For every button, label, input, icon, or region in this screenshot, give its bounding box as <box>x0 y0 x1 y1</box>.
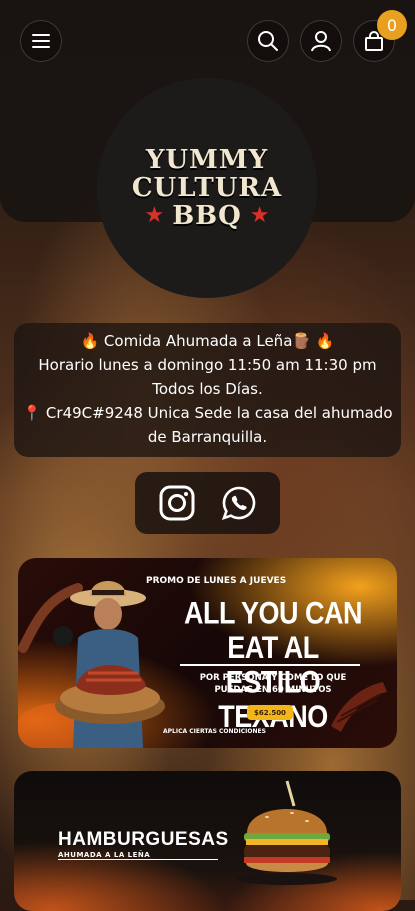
info-address: 📍 Cr49C#9248 Unica Sede la casa del ahum… <box>22 404 393 422</box>
menu-button[interactable] <box>20 20 62 62</box>
search-button[interactable] <box>247 20 289 62</box>
instagram-icon[interactable] <box>159 485 195 521</box>
info-hours: Horario lunes a domingo 11:50 am 11:30 p… <box>38 356 377 374</box>
promo-tagline: PROMO DE LUNES A JUEVES <box>146 576 287 586</box>
social-links <box>135 472 280 534</box>
category-subtitle: AHUMADA A LA LEÑA <box>58 851 151 859</box>
promo-divider <box>180 664 360 666</box>
brand-logo[interactable]: YUMMY CULTURA ★ BBQ ★ <box>97 78 317 298</box>
logo-text-yummy: YUMMY <box>145 145 269 175</box>
account-button[interactable] <box>300 20 342 62</box>
search-icon <box>258 31 278 51</box>
promo-price-tag: $62.500 <box>247 705 293 720</box>
promo-title-line-1: ALL YOU CAN EAT AL <box>183 596 363 665</box>
star-icon: ★ <box>144 203 165 228</box>
promo-banner[interactable]: PROMO DE LUNES A JUEVES ALL YOU CAN EAT … <box>18 558 397 748</box>
info-headline: 🔥 Comida Ahumada a Leña🪵 🔥 <box>80 332 335 350</box>
logo-text-bbq: BBQ <box>172 201 242 231</box>
user-icon <box>311 31 331 52</box>
chef-with-meat-illustration <box>18 581 165 748</box>
category-title: HAMBURGUESAS <box>58 829 229 850</box>
burger-illustration <box>237 780 337 885</box>
info-days: Todos los Días. <box>152 380 263 398</box>
promo-subtitle-line-1: POR PERSONA Y COME LO QUE <box>199 673 347 683</box>
category-divider <box>58 859 218 860</box>
promo-subtitle-line-2: PUEDAS EN 60 MINUTOS <box>214 685 332 695</box>
category-card-hamburguesas[interactable]: HAMBURGUESAS AHUMADA A LA LEÑA <box>14 771 401 911</box>
business-info-card: 🔥 Comida Ahumada a Leña🪵 🔥 Horario lunes… <box>14 323 401 457</box>
promo-subtitle: POR PERSONA Y COME LO QUE PUEDAS EN 60 M… <box>183 672 363 696</box>
info-city: de Barranquilla. <box>147 428 268 446</box>
star-icon: ★ <box>249 203 270 228</box>
whatsapp-icon[interactable] <box>221 485 257 521</box>
logo-text-cultura: CULTURA <box>131 173 283 203</box>
cart-count-badge: 0 <box>377 10 407 40</box>
promo-conditions: APLICA CIERTAS CONDICIONES <box>163 728 266 735</box>
hamburger-menu-icon <box>32 34 50 48</box>
